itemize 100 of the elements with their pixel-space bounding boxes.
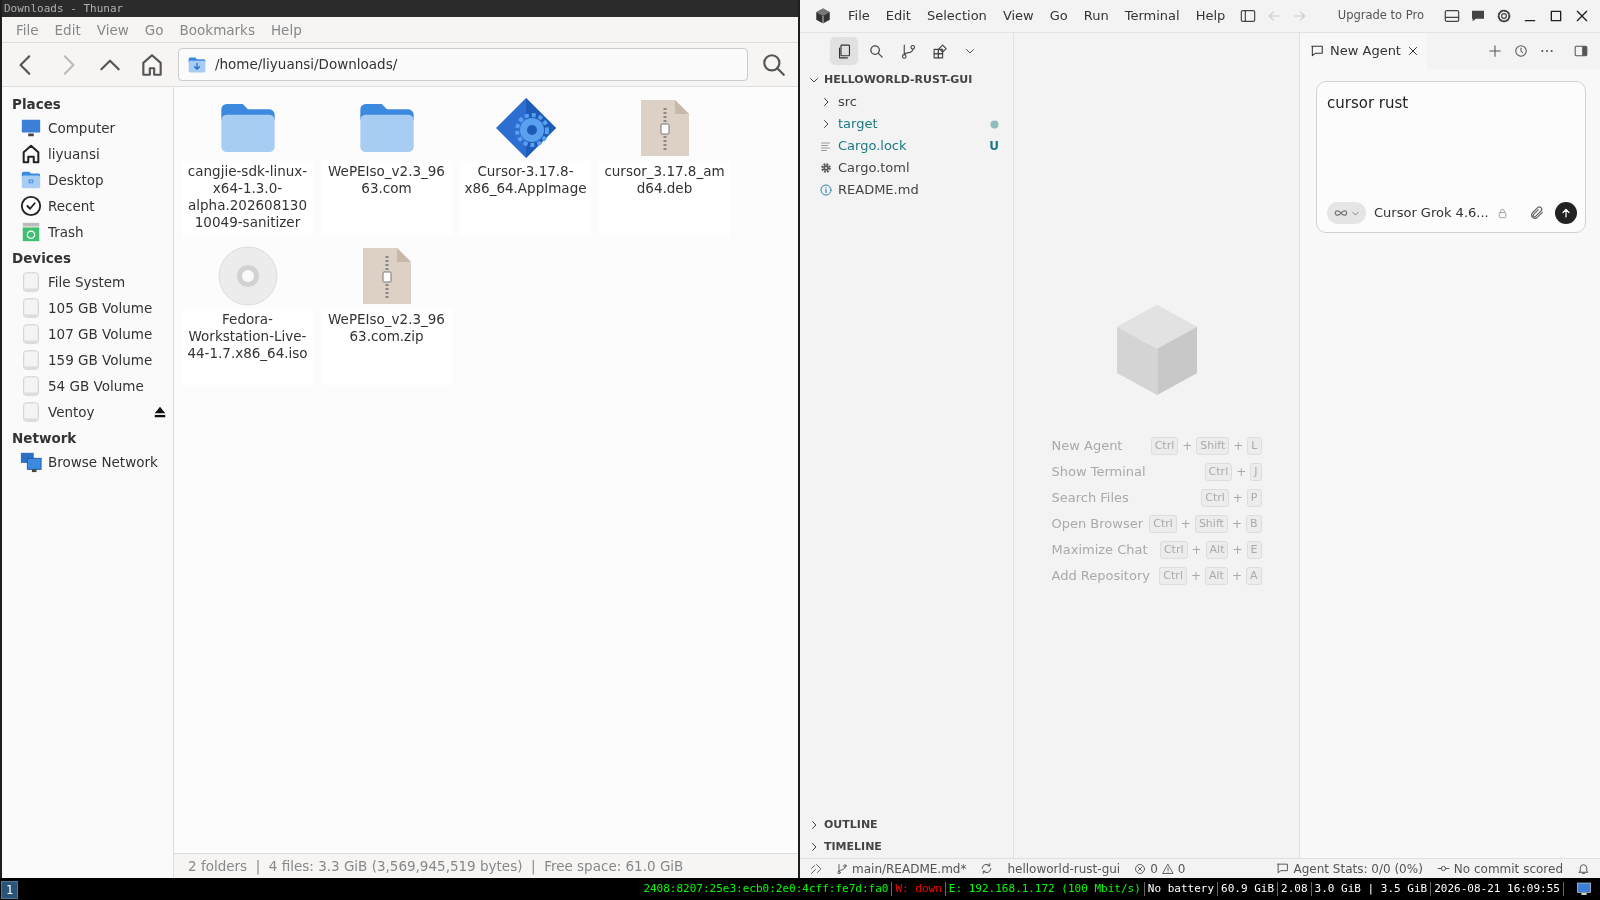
plus-sign: + xyxy=(1230,568,1243,585)
status-text: 2 folders | 4 files: 3.3 GiB (3,569,945,519 bytes) | Free space: 61.0 GiB xyxy=(174,853,798,878)
upgrade-link[interactable]: Upgrade to Pro xyxy=(1337,7,1424,25)
home-icon xyxy=(20,143,42,165)
arrow-up-icon xyxy=(1560,207,1572,219)
key-cap: J xyxy=(1250,463,1262,481)
tree-item[interactable]: Cargo.lock U xyxy=(800,135,1013,157)
warning-count: 0 xyxy=(1177,860,1186,878)
tree-root[interactable]: HELLOWORLD-RUST-GUI xyxy=(800,69,1013,91)
error-icon xyxy=(1134,862,1147,875)
window-title: Downloads - Thunar xyxy=(2,0,798,17)
plus-sign: + xyxy=(1231,542,1244,559)
status-text: 2.08 xyxy=(1278,882,1312,896)
sidebar-item[interactable]: 159 GB Volume xyxy=(2,347,173,373)
settings-icon[interactable] xyxy=(1496,8,1512,24)
menu-item[interactable]: Terminal xyxy=(1116,6,1188,26)
plus-sign: + xyxy=(1235,464,1248,481)
sidebar-item[interactable]: Ventoy xyxy=(2,399,173,425)
lines-icon xyxy=(820,140,832,152)
maximize-icon[interactable] xyxy=(1548,8,1564,24)
section-heading: Devices xyxy=(11,249,72,268)
remote-icon[interactable] xyxy=(810,862,822,875)
menu-item[interactable]: View xyxy=(994,6,1042,26)
sidebar-toggle-icon[interactable] xyxy=(1239,8,1256,24)
key-cap: A xyxy=(1245,567,1262,585)
key-cap: Ctrl xyxy=(1150,437,1179,455)
bell-icon[interactable] xyxy=(1577,862,1590,875)
cube-logo-icon xyxy=(814,7,832,25)
plus-sign: + xyxy=(1230,516,1243,533)
status-text: 2408:8207:25e3:ecb0:2e0:4cff:fe7d:fa0 xyxy=(640,882,893,896)
plus-sign: + xyxy=(1232,438,1245,455)
key-cap: Alt xyxy=(1205,541,1229,559)
tree-item[interactable]: target xyxy=(800,113,1013,135)
location-field[interactable]: /home/liyuansi/Downloads/ xyxy=(178,48,748,81)
sidebar-item[interactable]: liyuansi xyxy=(2,141,173,167)
menu-item[interactable]: Selection xyxy=(918,6,995,26)
menu-item[interactable]: File xyxy=(840,6,878,26)
status-item[interactable]: helloworld-rust-gui xyxy=(1007,859,1121,878)
status-text: 3.0 GiB | 3.5 GiB xyxy=(1311,882,1432,896)
key-cap: L xyxy=(1247,437,1262,455)
search-icon xyxy=(761,51,787,78)
key-cap: Ctrl xyxy=(1159,541,1188,559)
branch-icon xyxy=(899,42,917,60)
chat-bubble-icon xyxy=(1310,44,1324,58)
status-item[interactable]: main/README.md* xyxy=(836,859,967,878)
plus-sign: + xyxy=(1231,490,1244,507)
status-text: 60.9 GiB xyxy=(1218,882,1279,896)
sidebar-item[interactable]: Browse Network xyxy=(2,449,173,475)
tree-item[interactable]: Cargo.toml xyxy=(800,157,1013,179)
lock-icon xyxy=(1496,207,1508,219)
sidebar-item[interactable]: 107 GB Volume xyxy=(2,321,173,347)
tree-item[interactable]: src xyxy=(800,91,1013,113)
key-cap: Shift xyxy=(1194,515,1228,533)
section-header[interactable]: TIMELINE xyxy=(800,836,1013,858)
eject-icon[interactable] xyxy=(153,405,167,419)
panel-icon[interactable] xyxy=(1444,8,1460,24)
sync-icon[interactable] xyxy=(980,862,994,875)
shortcut-label: Maximize Chat xyxy=(1051,541,1148,560)
mode-dropdown[interactable] xyxy=(1327,202,1366,224)
menu-item[interactable]: Run xyxy=(1075,6,1117,26)
branch-icon xyxy=(836,862,848,875)
menu-item[interactable]: Help xyxy=(1187,6,1234,26)
sidebar-item[interactable]: File System xyxy=(2,269,173,295)
section-header[interactable]: OUTLINE xyxy=(800,814,1013,836)
agent-tab[interactable]: New Agent xyxy=(1300,33,1427,69)
shortcut-label: Open Browser xyxy=(1051,515,1144,534)
key-cap: Ctrl xyxy=(1201,489,1229,507)
close-icon[interactable] xyxy=(1406,45,1419,57)
shortcut-label: Show Terminal xyxy=(1051,463,1146,482)
history-icon[interactable] xyxy=(1514,44,1528,58)
sidebar-item[interactable]: Trash xyxy=(2,219,173,245)
drive-icon xyxy=(20,401,42,423)
cube-logo-icon xyxy=(1114,303,1199,397)
prompt-box[interactable]: cursor rust Cursor Grok 4.6... xyxy=(1316,81,1586,233)
status-text: W: down xyxy=(892,882,946,896)
sidebar-item[interactable]: Desktop xyxy=(2,167,173,193)
send-button[interactable] xyxy=(1555,202,1577,224)
status-item[interactable]: No commit scored xyxy=(1436,859,1563,878)
panel-icon[interactable] xyxy=(1574,44,1588,58)
shortcut-label: New Agent xyxy=(1051,437,1123,456)
paperclip-icon[interactable] xyxy=(1529,205,1545,221)
chat-icon[interactable] xyxy=(1470,8,1486,24)
folder-icon xyxy=(20,169,42,191)
key-cap: Alt xyxy=(1205,567,1228,585)
view-tab[interactable] xyxy=(830,37,858,65)
tree-item[interactable]: README.md xyxy=(800,179,1013,201)
sidebar-item[interactable]: Computer xyxy=(2,115,173,141)
gear-icon xyxy=(820,162,832,174)
sidebar-item[interactable]: Recent xyxy=(2,193,173,219)
shortcut-label: Add Repository xyxy=(1051,567,1150,586)
status-item[interactable]: 0 0 xyxy=(1134,859,1186,878)
status-item[interactable]: Agent Stats: 0/0 (0%) xyxy=(1276,859,1423,878)
menu-item[interactable]: Edit xyxy=(877,6,919,26)
tray-icon[interactable] xyxy=(1576,881,1592,897)
close-icon[interactable] xyxy=(1574,8,1590,24)
model-selector[interactable]: Cursor Grok 4.6... xyxy=(1374,203,1489,223)
menu-item[interactable]: Go xyxy=(1041,6,1076,26)
sidebar-item[interactable]: 105 GB Volume xyxy=(2,295,173,321)
sidebar-item[interactable]: 54 GB Volume xyxy=(2,373,173,399)
workspace-button[interactable]: 1 xyxy=(1,881,18,899)
